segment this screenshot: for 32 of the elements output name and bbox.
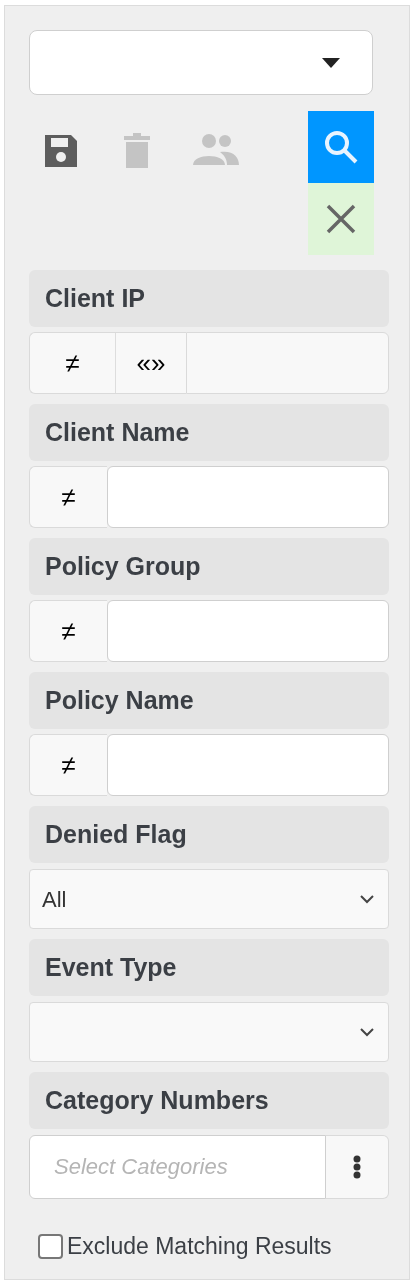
more-options-button[interactable] (326, 1135, 389, 1199)
filter-header: Event Type (29, 939, 389, 996)
text-input-field[interactable] (107, 600, 389, 662)
filter-header: Category Numbers (29, 1072, 389, 1129)
filter-header: Client IP (29, 270, 389, 327)
not-equal-toggle[interactable]: ≠ (30, 601, 107, 661)
preset-dropdown[interactable] (29, 30, 373, 95)
category-input-field[interactable]: Select Categories (29, 1135, 326, 1199)
search-button[interactable] (308, 111, 374, 183)
clear-button[interactable] (308, 183, 374, 255)
chevron-down-icon (360, 894, 374, 904)
not-equal-toggle[interactable]: ≠ (30, 467, 107, 527)
more-vertical-icon (353, 1155, 361, 1179)
chevron-down-icon (360, 1027, 374, 1037)
exclude-checkbox[interactable] (38, 1233, 63, 1259)
search-icon (323, 129, 359, 165)
caret-icon (322, 57, 340, 68)
filter-header: Denied Flag (29, 806, 389, 863)
filter-header: Policy Name (29, 672, 389, 729)
not-equal-toggle[interactable]: ≠ (30, 735, 107, 795)
operator-toggle[interactable]: «» (116, 333, 186, 393)
not-equal-toggle[interactable]: ≠ (30, 333, 116, 393)
dropdown-field[interactable] (29, 1002, 389, 1062)
filter-header: Client Name (29, 404, 389, 461)
checkbox-label: Exclude Matching Results (67, 1232, 332, 1261)
text-input-field[interactable] (107, 466, 389, 528)
close-icon (326, 204, 356, 234)
text-input-field[interactable] (186, 332, 389, 394)
dropdown-value: All (42, 885, 68, 914)
dropdown-field[interactable]: All (29, 869, 389, 929)
filter-header: Policy Group (29, 538, 389, 595)
text-input-field[interactable] (107, 734, 389, 796)
